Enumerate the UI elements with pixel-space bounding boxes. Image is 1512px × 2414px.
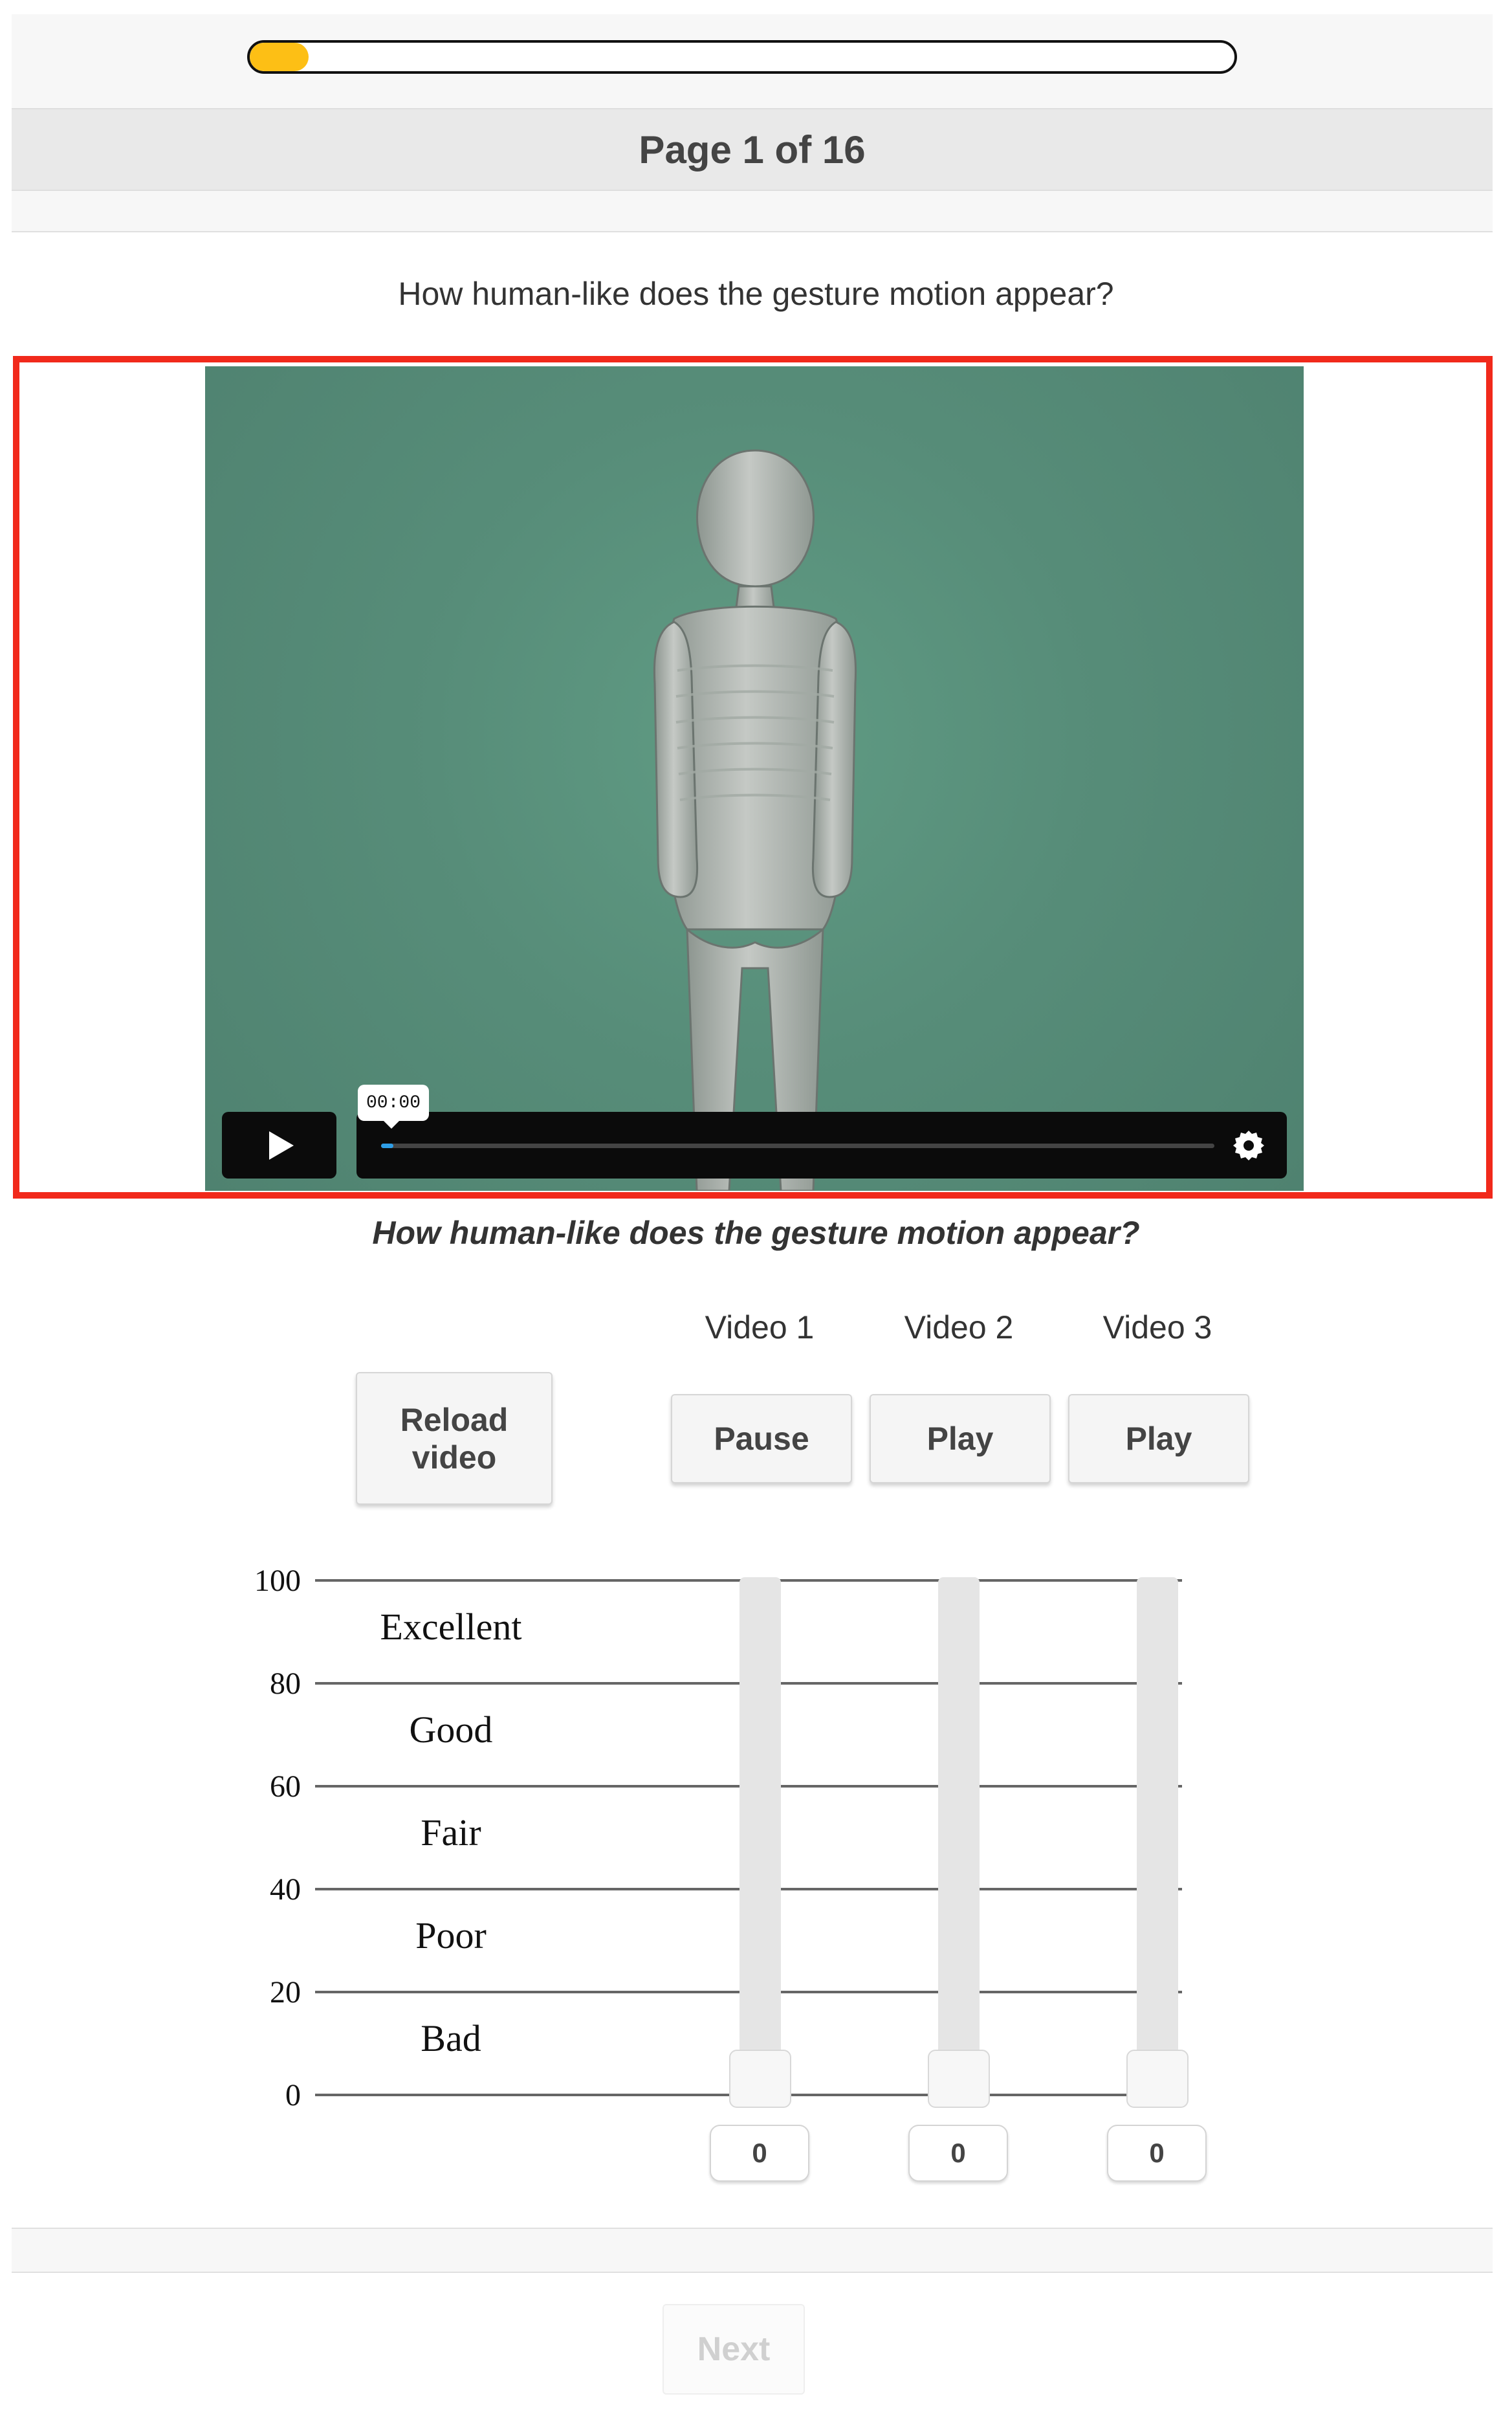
video-3-rating-slider[interactable] — [1137, 1577, 1178, 2108]
scale-tick-60: 60 — [270, 1769, 301, 1804]
video-2-rating-value: 0 — [908, 2125, 1008, 2182]
video-1-rating-value: 0 — [710, 2125, 809, 2182]
video-1-rating-slider[interactable] — [740, 1577, 781, 2108]
video-2-rating-slider[interactable] — [938, 1577, 980, 2108]
video-3-rating-value: 0 — [1107, 2125, 1207, 2182]
category-good: Good — [409, 1709, 493, 1751]
scale-tick-100: 100 — [254, 1564, 301, 1598]
category-fair: Fair — [421, 1811, 481, 1854]
scale-tick-0: 0 — [285, 2078, 301, 2112]
scale-tick-20: 20 — [270, 1975, 301, 2010]
category-poor: Poor — [415, 1914, 487, 1956]
video-1-slider-handle[interactable] — [729, 2050, 791, 2108]
footer-divider — [12, 2228, 1493, 2273]
scale-tick-80: 80 — [270, 1667, 301, 1701]
survey-page: Page 1 of 16 How human-like does the ges… — [0, 0, 1512, 2414]
category-excellent: Excellent — [380, 1606, 522, 1648]
scale-tick-40: 40 — [270, 1872, 301, 1907]
category-bad: Bad — [421, 2017, 481, 2059]
video-3-slider-handle[interactable] — [1126, 2050, 1189, 2108]
video-2-slider-handle[interactable] — [928, 2050, 990, 2108]
next-button: Next — [663, 2304, 805, 2395]
